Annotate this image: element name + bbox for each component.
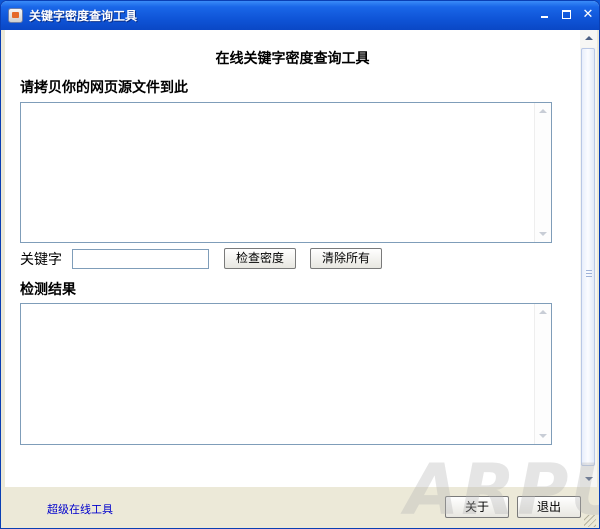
grip-icon xyxy=(586,270,592,277)
minimize-icon xyxy=(540,16,548,18)
source-text[interactable] xyxy=(21,103,535,242)
scroll-thumb[interactable] xyxy=(581,48,595,466)
close-button[interactable]: ✕ xyxy=(578,6,598,24)
scroll-down-icon[interactable] xyxy=(539,232,547,236)
super-online-tools-link[interactable]: 超级在线工具 xyxy=(47,501,113,517)
maximize-button[interactable] xyxy=(556,6,576,24)
chevron-up-icon xyxy=(585,36,593,40)
page-scrollbar[interactable] xyxy=(580,30,597,487)
maximize-icon xyxy=(561,10,571,19)
close-icon: ✕ xyxy=(582,7,594,22)
keyword-label: 关键字 xyxy=(20,252,62,268)
scroll-up-icon[interactable] xyxy=(539,310,547,314)
keyword-input[interactable] xyxy=(72,249,209,269)
page-title: 在线关键字密度查询工具 xyxy=(215,51,370,67)
source-label: 请拷贝你的网页源文件到此 xyxy=(20,80,188,96)
scroll-down-icon[interactable] xyxy=(539,434,547,438)
scroll-up-icon[interactable] xyxy=(539,109,547,113)
check-density-button[interactable]: 检查密度 xyxy=(224,248,296,269)
result-textarea[interactable] xyxy=(20,303,552,445)
minimize-button[interactable] xyxy=(534,6,554,24)
window-title: 关键字密度查询工具 xyxy=(29,9,138,23)
title-bar[interactable]: 关键字密度查询工具 ✕ xyxy=(1,1,599,30)
clear-all-button[interactable]: 清除所有 xyxy=(310,248,382,269)
result-text[interactable] xyxy=(21,304,535,444)
source-textarea[interactable] xyxy=(20,102,552,243)
source-scrollbar[interactable] xyxy=(534,103,551,242)
watermark-logo: ARPUN xyxy=(405,449,599,529)
app-window: 关键字密度查询工具 ✕ 在线关键字密度查询工具 请拷贝你的网页源文件到此 关键字… xyxy=(0,0,600,529)
result-scrollbar[interactable] xyxy=(534,304,551,444)
result-label: 检测结果 xyxy=(20,282,76,298)
app-icon xyxy=(8,8,23,23)
content-area: 在线关键字密度查询工具 请拷贝你的网页源文件到此 关键字 检查密度 清除所有 检… xyxy=(5,30,580,487)
scroll-up-button[interactable] xyxy=(580,30,597,47)
